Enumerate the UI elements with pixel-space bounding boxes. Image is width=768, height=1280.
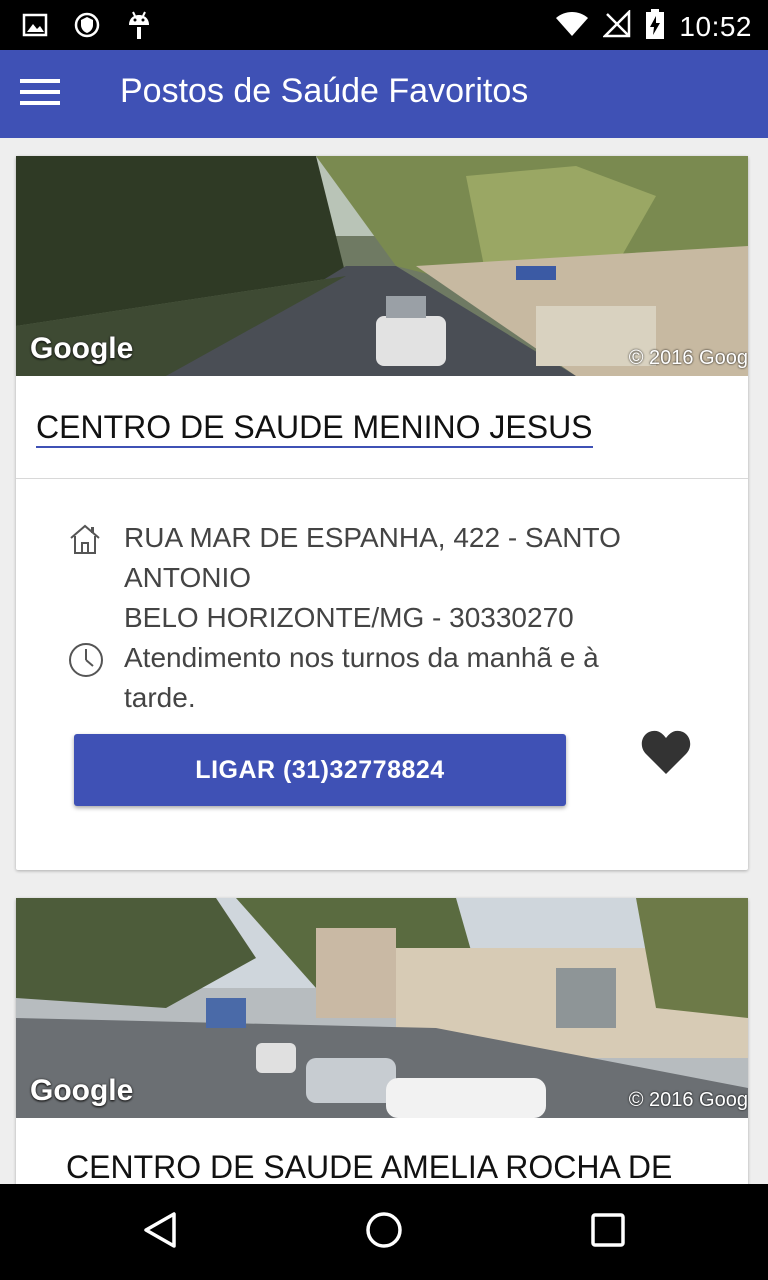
back-button[interactable] (136, 1208, 184, 1256)
recents-button[interactable] (584, 1208, 632, 1256)
call-button[interactable]: LIGAR (31)32778824 (74, 734, 566, 806)
health-center-info: RUA MAR DE ESPANHA, 422 - SANTO ANTONIO … (68, 518, 708, 718)
home-button[interactable] (360, 1208, 408, 1256)
health-center-card: Google © 2016 Goog CENTRO DE SAUDE MENIN… (16, 156, 748, 870)
battery-charging-icon (645, 8, 665, 45)
navigation-bar (0, 1184, 768, 1280)
home-icon (364, 1210, 404, 1255)
menu-button[interactable] (12, 70, 68, 118)
street-view-image[interactable]: Google © 2016 Goog (16, 156, 748, 376)
hours-line-2: tarde. (124, 682, 196, 713)
address-line-1: RUA MAR DE ESPANHA, 422 - SANTO (124, 522, 621, 553)
hours-line-1: Atendimento nos turnos da manhã e à (124, 642, 599, 673)
wifi-icon (555, 10, 589, 43)
health-center-name[interactable]: CENTRO DE SAUDE AMELIA ROCHA DE (66, 1148, 672, 1184)
hamburger-menu-icon (20, 78, 60, 111)
clock-icon (68, 642, 103, 677)
image-icon (22, 12, 48, 43)
back-icon (140, 1210, 180, 1255)
address-line-2: ANTONIO (124, 562, 252, 593)
google-watermark: Google (30, 332, 134, 365)
favorites-list[interactable]: Google © 2016 Goog CENTRO DE SAUDE MENIN… (0, 138, 768, 1184)
recents-icon (588, 1210, 628, 1255)
page-title: Postos de Saúde Favoritos (120, 72, 529, 110)
google-watermark: Google (30, 1074, 134, 1107)
address-line-3: BELO HORIZONTE/MG - 30330270 (124, 602, 574, 633)
app-bar: Postos de Saúde Favoritos (0, 50, 768, 138)
image-copyright: © 2016 Goog (628, 1089, 748, 1111)
street-view-image[interactable]: Google © 2016 Goog (16, 898, 748, 1118)
health-center-card: Google © 2016 Goog CENTRO DE SAUDE AMELI… (16, 898, 748, 1184)
hours-row: Atendimento nos turnos da manhã e à tard… (68, 638, 708, 718)
address-row: RUA MAR DE ESPANHA, 422 - SANTO ANTONIO … (68, 518, 708, 638)
android-icon (126, 10, 152, 45)
shield-icon (74, 11, 100, 44)
home-address-icon (68, 522, 102, 556)
status-bar: 10:52 (0, 0, 768, 50)
favorite-button[interactable] (640, 728, 692, 776)
heart-icon (640, 730, 692, 780)
no-signal-icon (602, 8, 631, 43)
image-copyright: © 2016 Goog (628, 347, 748, 369)
health-center-name[interactable]: CENTRO DE SAUDE MENINO JESUS (36, 408, 593, 448)
clock-time: 10:52 (679, 10, 752, 42)
divider (16, 478, 748, 479)
